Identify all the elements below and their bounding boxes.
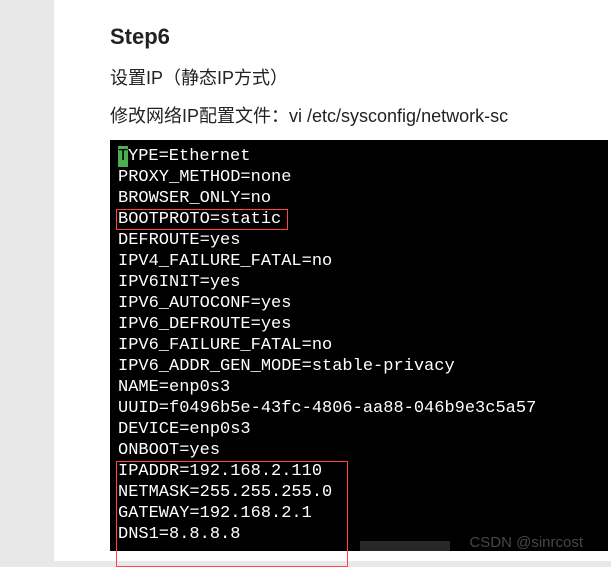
terminal-line: BROWSER_ONLY=no bbox=[118, 188, 600, 209]
terminal-line: PROXY_METHOD=none bbox=[118, 167, 600, 188]
step-heading: Step6 bbox=[110, 24, 611, 50]
description-line-1: 设置IP（静态IP方式） bbox=[110, 64, 611, 90]
terminal-screenshot: TYPE=Ethernet PROXY_METHOD=none BROWSER_… bbox=[110, 140, 608, 551]
terminal-line: IPV6INIT=yes bbox=[118, 272, 600, 293]
terminal-line: ONBOOT=yes bbox=[118, 440, 600, 461]
terminal-line: TYPE=Ethernet bbox=[118, 146, 600, 167]
terminal-line: IPADDR=192.168.2.110 bbox=[118, 461, 600, 482]
config-file-path: /etc/sysconfig/network-sc bbox=[307, 106, 508, 126]
terminal-line: BOOTPROTO=static bbox=[118, 209, 600, 230]
config-edit-prefix: 修改网络IP配置文件：vi bbox=[110, 106, 307, 126]
document-page: Step6 设置IP（静态IP方式） 修改网络IP配置文件：vi /etc/sy… bbox=[54, 0, 611, 561]
terminal-line: DEFROUTE=yes bbox=[118, 230, 600, 251]
terminal-line: IPV6_AUTOCONF=yes bbox=[118, 293, 600, 314]
terminal-line: DNS1=8.8.8.8 bbox=[118, 524, 600, 545]
terminal-line: UUID=f0496b5e-43fc-4806-aa88-046b9e3c5a5… bbox=[118, 398, 600, 419]
terminal-line: IPV4_FAILURE_FATAL=no bbox=[118, 251, 600, 272]
terminal-text: YPE=Ethernet bbox=[128, 147, 250, 166]
terminal-line: GATEWAY=192.168.2.1 bbox=[118, 503, 600, 524]
description-line-2: 修改网络IP配置文件：vi /etc/sysconfig/network-sc bbox=[110, 102, 611, 128]
terminal-line: NAME=enp0s3 bbox=[118, 377, 600, 398]
terminal-line: IPV6_ADDR_GEN_MODE=stable-privacy bbox=[118, 356, 600, 377]
terminal-cursor: T bbox=[118, 146, 128, 167]
terminal-line: IPV6_FAILURE_FATAL=no bbox=[118, 335, 600, 356]
terminal-line: NETMASK=255.255.255.0 bbox=[118, 482, 600, 503]
terminal-line: DEVICE=enp0s3 bbox=[118, 419, 600, 440]
terminal-line: IPV6_DEFROUTE=yes bbox=[118, 314, 600, 335]
